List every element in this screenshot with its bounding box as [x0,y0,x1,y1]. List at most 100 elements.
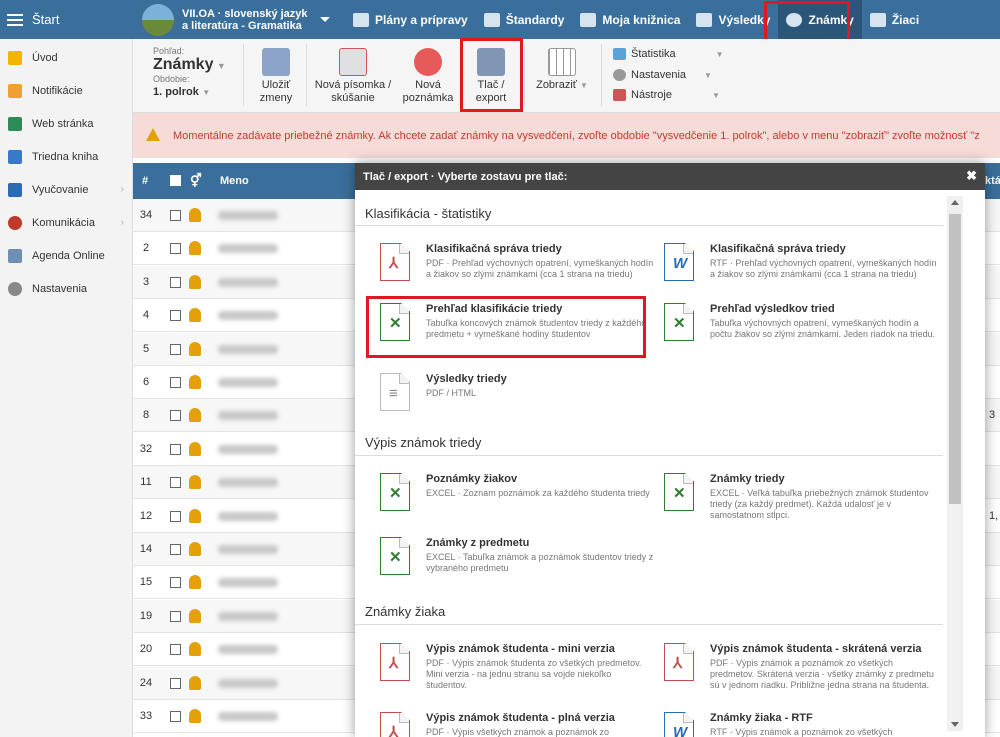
sidebar-item-teaching[interactable]: Vyučovanie › [0,173,132,206]
nav-grades[interactable]: Známky [778,0,862,39]
row-checkbox[interactable] [170,644,181,656]
report-item[interactable]: ⅄ Klasifikačná správa triedy PDF · Prehľad… [380,243,655,303]
row-checkbox[interactable] [170,477,181,489]
row-number: 8 [142,409,150,422]
sidebar-item-notifications[interactable]: Notifikácie [0,74,132,107]
row-checkbox[interactable] [170,577,181,589]
row-number: 20 [139,643,153,656]
report-description: Tabuľka výchovných opatrení, vymeškaných… [710,318,936,339]
chevron-down-icon: ▼ [711,90,720,100]
nav-results[interactable]: Výsledky [688,0,778,39]
report-item[interactable]: ✕ Prehľad klasifikácie triedy Tabuľka konc… [380,303,655,363]
report-item[interactable]: ✕ Známky triedy EXCEL · Veľká tabuľka prie… [664,473,939,533]
report-item[interactable]: W Známky žiaka - RTF RTF · Výpis známok a … [664,712,939,737]
student-name-redacted [218,511,278,521]
row-checkbox[interactable] [170,510,181,522]
section-divider [355,225,943,226]
new-note-button[interactable]: Nová poznámka [399,48,457,105]
new-test-button[interactable]: Nová písomka / skúšanie [313,48,393,105]
scroll-down-icon[interactable] [951,722,959,727]
row-extra-value: 1, [989,509,999,522]
row-checkbox[interactable] [170,443,181,455]
student-avatar-icon [189,675,201,690]
column-header-name[interactable]: Meno [220,175,249,187]
gender-icon: ⚥ [190,173,202,188]
nav-students[interactable]: Žiaci [862,0,927,39]
print-export-button[interactable]: Tlač / export [466,48,516,105]
nav-library-label: Moja knižnica [602,12,681,27]
student-avatar-icon [189,241,201,256]
chevron-down-icon: ▼ [715,49,724,59]
row-checkbox[interactable] [170,410,181,422]
row-checkbox[interactable] [170,377,181,388]
save-icon [262,48,290,76]
save-button[interactable]: Uložiť zmeny [250,48,302,105]
sidebar: Úvod Notifikácie Web stránka Triedna kni… [0,39,133,737]
sidebar-item-home[interactable]: Úvod [0,41,132,74]
select-all-checkbox[interactable] [170,175,181,186]
report-item[interactable]: W Klasifikačná správa triedy RTF · Prehľad… [664,243,939,303]
row-checkbox[interactable] [170,343,181,355]
report-item[interactable]: ⅄ Výpis známok študenta - plná verzia PDF … [380,712,655,737]
warning-icon [146,128,160,141]
start-menu-button[interactable]: Štart [0,0,130,39]
report-title: Známky triedy [710,473,785,485]
settings-menu[interactable]: Nastavenia ▼ [613,69,712,81]
student-avatar-icon [189,208,201,222]
envelope-icon [8,83,22,98]
report-item[interactable]: ⅄ Výpis známok študenta - skrátená verzia… [664,643,939,703]
view-selector[interactable]: Pohľad: Známky ▼ Obdobie: 1. polrok ▼ [153,46,243,98]
dialog-scrollbar[interactable] [947,196,963,731]
nav-results-label: Výsledky [718,12,771,27]
row-checkbox[interactable] [170,276,181,288]
row-checkbox[interactable] [170,243,181,255]
report-description: RTF · Prehľad výchovných opatrení, vymeš… [710,258,937,279]
row-number: 3 [142,275,150,288]
sidebar-item-agenda[interactable]: Agenda Online [0,239,132,272]
excel-icon: ✕ [380,303,410,341]
statistics-menu[interactable]: Štatistika ▼ [613,48,724,60]
section-title: Výpis známok triedy [365,435,482,450]
row-checkbox[interactable] [170,711,181,722]
close-icon[interactable]: ✖ [966,168,977,184]
scroll-up-icon[interactable] [951,200,959,205]
tools-menu[interactable]: Nástroje ▼ [613,89,720,101]
report-item[interactable]: ✕ Poznámky žiakov EXCEL · Zoznam poznámok … [380,473,655,533]
class-selector[interactable]: VII.OA · slovenský jazyk a literatúra - … [130,0,345,39]
sidebar-item-settings[interactable]: Nastavenia [0,272,132,305]
toolbar-divider [524,44,525,106]
sidebar-item-label: Úvod [32,51,58,64]
report-item[interactable]: ⅄ Výpis známok študenta - mini verzia PDF … [380,643,655,703]
nav-standards[interactable]: Štandardy [476,0,573,39]
report-item[interactable]: ≡ Výsledky triedy PDF / HTML [380,373,655,433]
sidebar-item-communication[interactable]: Komunikácia › [0,206,132,239]
row-number: 34 [139,209,153,221]
row-checkbox[interactable] [170,610,181,622]
section-divider [355,624,943,625]
settings-label: Nastavenia [631,69,687,81]
row-checkbox[interactable] [170,310,181,322]
row-checkbox[interactable] [170,544,181,555]
nav-library[interactable]: Moja knižnica [572,0,688,39]
show-button[interactable]: Zobraziť ▼ [531,48,593,92]
chevron-down-icon: ▼ [579,81,588,90]
report-item[interactable]: ✕ Známky z predmetu EXCEL · Tabuľka známok… [380,537,655,597]
student-name-redacted [218,645,278,655]
column-header-extra: ktá [985,175,1000,187]
report-description: EXCEL · Tabuľka známok a poznámok študen… [426,552,654,573]
chart-icon [613,48,626,60]
report-item[interactable]: ✕ Prehľad výsledkov tried Tabuľka výchovný… [664,303,939,363]
sidebar-item-website[interactable]: Web stránka [0,107,132,140]
student-name-redacted [218,378,278,387]
row-checkbox[interactable] [170,677,181,689]
dialog-title: Tlač / export · Vyberte zostavu pre tlač… [363,170,568,183]
sidebar-item-classbook[interactable]: Triedna kniha [0,140,132,173]
tools-label: Nástroje [631,89,672,101]
period-selector[interactable]: 1. polrok ▼ [153,84,243,98]
row-checkbox[interactable] [170,210,181,221]
row-number: 5 [142,342,150,355]
column-header-number[interactable]: # [142,175,148,187]
scroll-thumb[interactable] [949,214,961,504]
nav-plans[interactable]: Plány a prípravy [345,0,476,39]
student-name-redacted [218,678,278,688]
